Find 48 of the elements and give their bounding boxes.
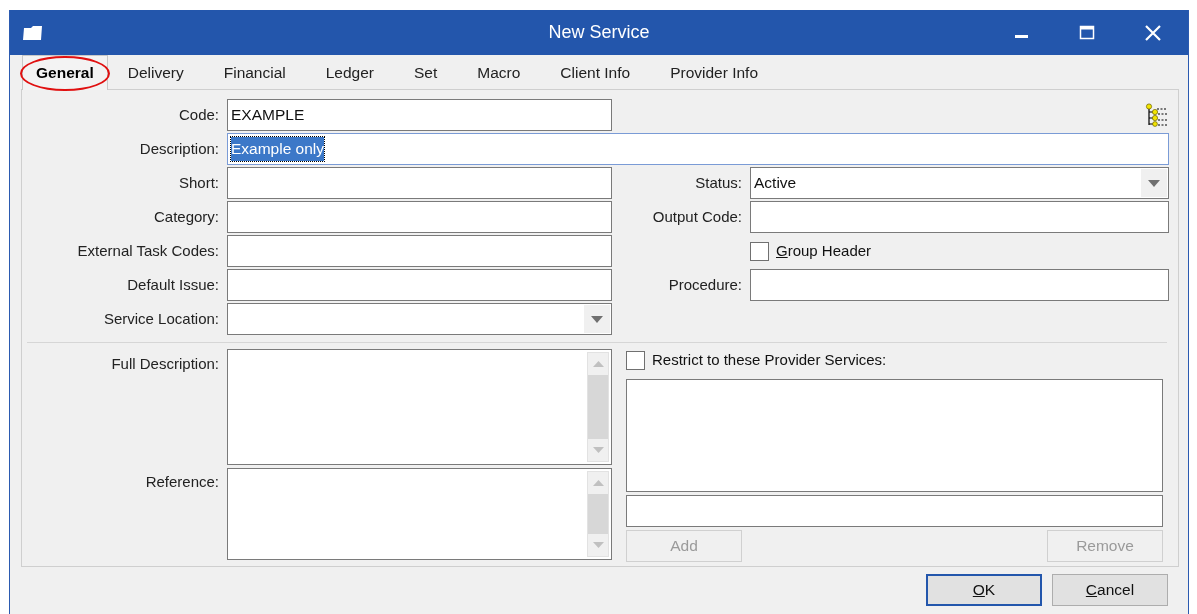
dropdown-arrow-icon [591, 315, 603, 323]
text-area[interactable] [227, 349, 612, 465]
text-area[interactable] [227, 468, 612, 560]
checkbox[interactable] [750, 241, 769, 261]
close-icon [1144, 23, 1162, 42]
field-label: Reference: [144, 472, 219, 492]
tab[interactable]: Ledger [305, 55, 394, 89]
checkbox-label[interactable]: Group Header [776, 239, 872, 263]
checkbox-label[interactable]: Restrict to these Provider Services: [652, 348, 887, 372]
input-field[interactable] [750, 269, 1169, 301]
app-icon [22, 23, 44, 42]
dropdown-arrow-icon [1148, 179, 1160, 187]
field-label: Full Description: [110, 354, 219, 374]
cancel-button[interactable]: Cancel [1052, 574, 1168, 606]
dropdown-field[interactable]: Active [750, 167, 1169, 199]
field-label: Short: [177, 172, 219, 193]
input-field[interactable] [227, 235, 612, 267]
minimize-icon [1014, 35, 1028, 38]
field-label: Status: [694, 172, 742, 193]
input-field[interactable]: Example only [227, 133, 1169, 165]
field-label: Procedure: [667, 274, 742, 295]
tree-view-icon[interactable] [1145, 103, 1169, 127]
tab[interactable]: General [22, 54, 108, 90]
tab[interactable]: Delivery [107, 55, 204, 89]
window-title: New Service [547, 21, 651, 44]
field-label: Output Code: [651, 206, 742, 227]
input-field[interactable] [227, 269, 612, 301]
field-label: Category: [152, 206, 219, 227]
maximize-icon [1079, 24, 1095, 41]
input-field[interactable] [626, 495, 1163, 527]
tab[interactable]: Macro [457, 55, 541, 89]
field-label: External Task Codes: [76, 240, 219, 261]
tab[interactable]: Client Info [540, 55, 651, 89]
field-label: Service Location: [102, 308, 219, 329]
list-box[interactable] [626, 379, 1163, 492]
input-field[interactable]: EXAMPLE [227, 99, 612, 131]
tab[interactable]: Financial [203, 55, 306, 89]
input-field[interactable] [227, 201, 612, 233]
ok-button[interactable]: OK [926, 574, 1042, 606]
dropdown-field[interactable] [227, 303, 612, 335]
checkbox[interactable] [626, 350, 645, 370]
field-label: Code: [177, 104, 219, 125]
input-field[interactable] [750, 201, 1169, 233]
input-field[interactable] [227, 167, 612, 199]
tab[interactable]: Set [394, 55, 458, 89]
field-label: Default Issue: [126, 274, 219, 295]
tab[interactable]: Provider Info [650, 55, 779, 89]
field-label: Description: [138, 138, 219, 159]
